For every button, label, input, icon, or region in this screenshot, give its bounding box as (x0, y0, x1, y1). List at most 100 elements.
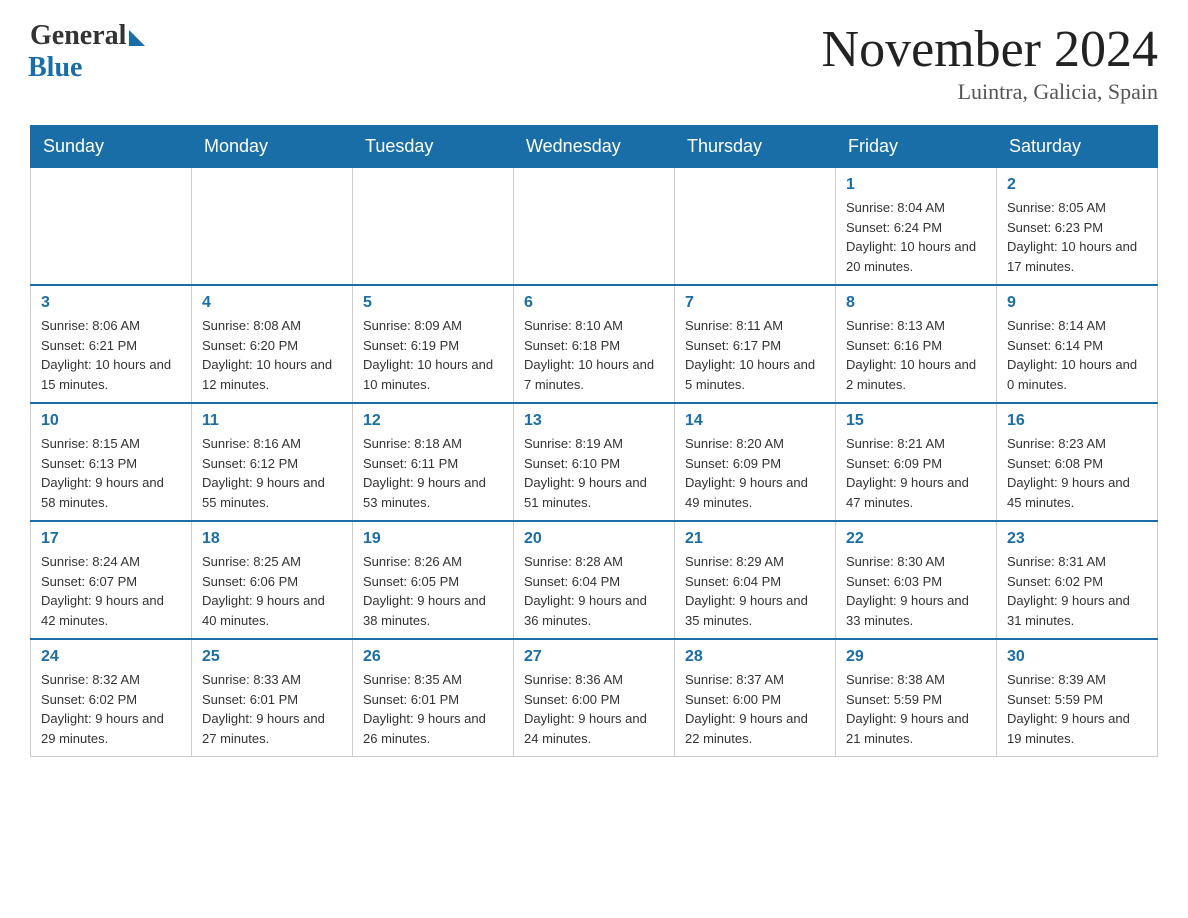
header-friday: Friday (836, 126, 997, 168)
calendar-cell: 29 Sunrise: 8:38 AM Sunset: 5:59 PM Dayli… (836, 639, 997, 757)
calendar-cell: 5 Sunrise: 8:09 AM Sunset: 6:19 PM Daylig… (353, 285, 514, 403)
calendar-cell: 16Sunrise: 8:23 AM Sunset: 6:08 PM Dayli… (997, 403, 1158, 521)
calendar-cell (514, 168, 675, 286)
day-number: 7 (685, 294, 825, 312)
logo-blue-text: Blue (28, 52, 82, 84)
day-info: Sunrise: 8:25 AM Sunset: 6:06 PM Dayligh… (202, 552, 342, 630)
page-header: General Blue November 2024 Luintra, Gali… (30, 20, 1158, 105)
calendar-cell (675, 168, 836, 286)
day-number: 9 (1007, 294, 1147, 312)
header-thursday: Thursday (675, 126, 836, 168)
week-row-4: 17 Sunrise: 8:24 AM Sunset: 6:07 PM Dayli… (31, 521, 1158, 639)
day-number: 12 (363, 412, 503, 430)
day-info: Sunrise: 8:05 AM Sunset: 6:23 PM Dayligh… (1007, 198, 1147, 276)
day-info: Sunrise: 8:20 AM Sunset: 6:09 PM Dayligh… (685, 434, 825, 512)
day-number: 15 (846, 412, 986, 430)
calendar-cell: 19 Sunrise: 8:26 AM Sunset: 6:05 PM Dayli… (353, 521, 514, 639)
calendar-cell: 2 Sunrise: 8:05 AM Sunset: 6:23 PM Daylig… (997, 168, 1158, 286)
calendar-cell (31, 168, 192, 286)
logo-triangle-icon (129, 30, 145, 46)
day-number: 25 (202, 648, 342, 666)
day-info: Sunrise: 8:38 AM Sunset: 5:59 PM Dayligh… (846, 670, 986, 748)
day-number: 14 (685, 412, 825, 430)
day-number: 1 (846, 176, 986, 194)
day-number: 17 (41, 530, 181, 548)
day-info: Sunrise: 8:16 AM Sunset: 6:12 PM Dayligh… (202, 434, 342, 512)
header-saturday: Saturday (997, 126, 1158, 168)
calendar-cell: 17 Sunrise: 8:24 AM Sunset: 6:07 PM Dayli… (31, 521, 192, 639)
calendar-cell: 14 Sunrise: 8:20 AM Sunset: 6:09 PM Dayli… (675, 403, 836, 521)
day-info: Sunrise: 8:26 AM Sunset: 6:05 PM Dayligh… (363, 552, 503, 630)
header-sunday: Sunday (31, 126, 192, 168)
day-number: 19 (363, 530, 503, 548)
day-info: Sunrise: 8:08 AM Sunset: 6:20 PM Dayligh… (202, 316, 342, 394)
day-number: 28 (685, 648, 825, 666)
day-info: Sunrise: 8:30 AM Sunset: 6:03 PM Dayligh… (846, 552, 986, 630)
day-info: Sunrise: 8:21 AM Sunset: 6:09 PM Dayligh… (846, 434, 986, 512)
day-number: 24 (41, 648, 181, 666)
title-section: November 2024 Luintra, Galicia, Spain (822, 20, 1158, 105)
day-info: Sunrise: 8:13 AM Sunset: 6:16 PM Dayligh… (846, 316, 986, 394)
day-info: Sunrise: 8:35 AM Sunset: 6:01 PM Dayligh… (363, 670, 503, 748)
day-number: 22 (846, 530, 986, 548)
day-number: 26 (363, 648, 503, 666)
calendar-cell: 20 Sunrise: 8:28 AM Sunset: 6:04 PM Dayli… (514, 521, 675, 639)
day-info: Sunrise: 8:36 AM Sunset: 6:00 PM Dayligh… (524, 670, 664, 748)
day-info: Sunrise: 8:11 AM Sunset: 6:17 PM Dayligh… (685, 316, 825, 394)
logo: General Blue (30, 20, 145, 84)
day-number: 29 (846, 648, 986, 666)
day-info: Sunrise: 8:39 AM Sunset: 5:59 PM Dayligh… (1007, 670, 1147, 748)
day-info: Sunrise: 8:28 AM Sunset: 6:04 PM Dayligh… (524, 552, 664, 630)
day-number: 20 (524, 530, 664, 548)
day-number: 21 (685, 530, 825, 548)
calendar-cell (192, 168, 353, 286)
calendar-cell: 21 Sunrise: 8:29 AM Sunset: 6:04 PM Dayli… (675, 521, 836, 639)
calendar-cell: 25 Sunrise: 8:33 AM Sunset: 6:01 PM Dayli… (192, 639, 353, 757)
calendar-table: SundayMondayTuesdayWednesdayThursdayFrid… (30, 125, 1158, 757)
day-number: 2 (1007, 176, 1147, 194)
week-row-3: 10 Sunrise: 8:15 AM Sunset: 6:13 PM Dayli… (31, 403, 1158, 521)
day-number: 3 (41, 294, 181, 312)
day-info: Sunrise: 8:15 AM Sunset: 6:13 PM Dayligh… (41, 434, 181, 512)
calendar-cell: 27 Sunrise: 8:36 AM Sunset: 6:00 PM Dayli… (514, 639, 675, 757)
calendar-cell: 4 Sunrise: 8:08 AM Sunset: 6:20 PM Daylig… (192, 285, 353, 403)
calendar-cell: 28Sunrise: 8:37 AM Sunset: 6:00 PM Dayli… (675, 639, 836, 757)
calendar-cell: 12 Sunrise: 8:18 AM Sunset: 6:11 PM Dayli… (353, 403, 514, 521)
day-number: 4 (202, 294, 342, 312)
day-info: Sunrise: 8:14 AM Sunset: 6:14 PM Dayligh… (1007, 316, 1147, 394)
day-info: Sunrise: 8:19 AM Sunset: 6:10 PM Dayligh… (524, 434, 664, 512)
calendar-cell: 18Sunrise: 8:25 AM Sunset: 6:06 PM Dayli… (192, 521, 353, 639)
day-info: Sunrise: 8:18 AM Sunset: 6:11 PM Dayligh… (363, 434, 503, 512)
day-info: Sunrise: 8:24 AM Sunset: 6:07 PM Dayligh… (41, 552, 181, 630)
day-number: 5 (363, 294, 503, 312)
calendar-cell: 13 Sunrise: 8:19 AM Sunset: 6:10 PM Dayli… (514, 403, 675, 521)
week-row-1: 1 Sunrise: 8:04 AM Sunset: 6:24 PM Daylig… (31, 168, 1158, 286)
day-number: 10 (41, 412, 181, 430)
header-tuesday: Tuesday (353, 126, 514, 168)
calendar-cell: 22 Sunrise: 8:30 AM Sunset: 6:03 PM Dayli… (836, 521, 997, 639)
day-number: 11 (202, 412, 342, 430)
calendar-cell: 1 Sunrise: 8:04 AM Sunset: 6:24 PM Daylig… (836, 168, 997, 286)
day-info: Sunrise: 8:31 AM Sunset: 6:02 PM Dayligh… (1007, 552, 1147, 630)
calendar-cell: 8Sunrise: 8:13 AM Sunset: 6:16 PM Daylig… (836, 285, 997, 403)
calendar-cell: 7 Sunrise: 8:11 AM Sunset: 6:17 PM Daylig… (675, 285, 836, 403)
calendar-header-row: SundayMondayTuesdayWednesdayThursdayFrid… (31, 126, 1158, 168)
logo-general-text: General (30, 20, 126, 52)
day-info: Sunrise: 8:04 AM Sunset: 6:24 PM Dayligh… (846, 198, 986, 276)
day-number: 16 (1007, 412, 1147, 430)
calendar-cell: 26 Sunrise: 8:35 AM Sunset: 6:01 PM Dayli… (353, 639, 514, 757)
week-row-5: 24 Sunrise: 8:32 AM Sunset: 6:02 PM Dayli… (31, 639, 1158, 757)
calendar-cell: 23 Sunrise: 8:31 AM Sunset: 6:02 PM Dayli… (997, 521, 1158, 639)
calendar-cell: 3Sunrise: 8:06 AM Sunset: 6:21 PM Daylig… (31, 285, 192, 403)
day-info: Sunrise: 8:33 AM Sunset: 6:01 PM Dayligh… (202, 670, 342, 748)
calendar-cell (353, 168, 514, 286)
day-number: 13 (524, 412, 664, 430)
day-info: Sunrise: 8:29 AM Sunset: 6:04 PM Dayligh… (685, 552, 825, 630)
day-info: Sunrise: 8:09 AM Sunset: 6:19 PM Dayligh… (363, 316, 503, 394)
day-info: Sunrise: 8:32 AM Sunset: 6:02 PM Dayligh… (41, 670, 181, 748)
day-number: 23 (1007, 530, 1147, 548)
month-title: November 2024 (822, 20, 1158, 79)
calendar-cell: 9 Sunrise: 8:14 AM Sunset: 6:14 PM Daylig… (997, 285, 1158, 403)
header-monday: Monday (192, 126, 353, 168)
day-number: 27 (524, 648, 664, 666)
